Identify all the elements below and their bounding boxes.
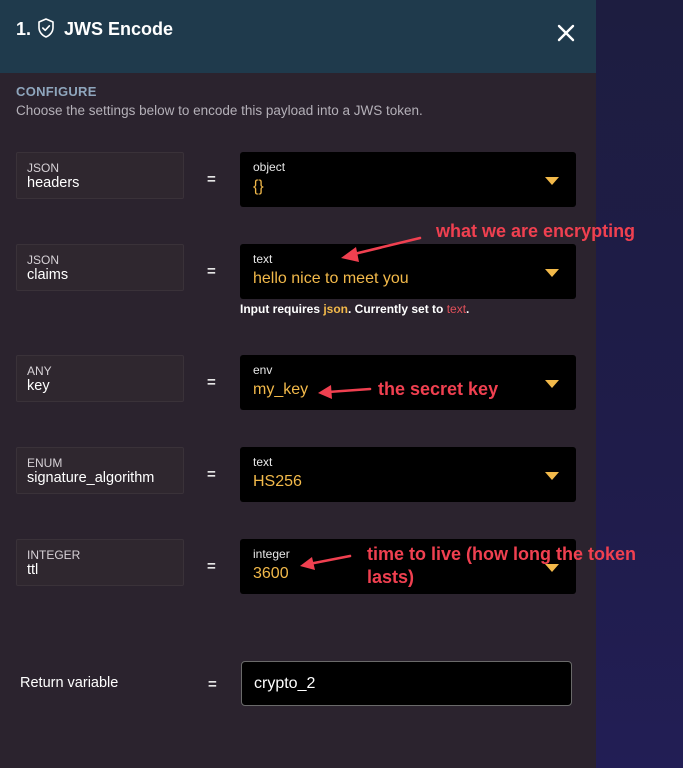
param-name: headers	[27, 175, 80, 191]
annotation-ttl-line2: lasts)	[367, 567, 415, 587]
value-type: text	[253, 252, 273, 266]
claims-value-select[interactable]: text hello nice to meet you	[240, 244, 576, 299]
param-name: signature_algorithm	[27, 470, 155, 486]
shield-check-icon	[38, 18, 54, 38]
equals-sign: =	[208, 676, 217, 693]
chevron-down-icon[interactable]	[545, 380, 559, 388]
chevron-down-icon[interactable]	[545, 564, 559, 572]
param-label-headers: JSON headers	[16, 152, 184, 199]
param-type: ANY	[27, 364, 52, 378]
signature-algorithm-value-select[interactable]: text HS256	[240, 447, 576, 502]
close-icon[interactable]	[555, 22, 577, 44]
value-text: HS256	[253, 473, 302, 490]
claims-type-hint: Input requires json. Currently set to te…	[240, 302, 469, 316]
param-name: key	[27, 378, 50, 394]
param-label-key: ANY key	[16, 355, 184, 402]
value-type: env	[253, 363, 273, 377]
chevron-down-icon[interactable]	[545, 177, 559, 185]
annotation-ttl-line1: time to live (how long the token	[367, 544, 637, 564]
configure-heading: CONFIGURE	[16, 84, 97, 99]
equals-sign: =	[207, 466, 216, 483]
step-number: 1.	[16, 19, 32, 39]
headers-value-select[interactable]: object {}	[240, 152, 576, 207]
value-text: hello nice to meet you	[253, 270, 409, 287]
param-type: INTEGER	[27, 548, 81, 562]
background-strip	[596, 0, 683, 768]
return-variable-input[interactable]	[241, 661, 572, 706]
equals-sign: =	[207, 263, 216, 280]
equals-sign: =	[207, 374, 216, 391]
value-text: {}	[253, 178, 264, 195]
param-name: claims	[27, 267, 69, 283]
param-type: ENUM	[27, 456, 63, 470]
value-text: 3600	[253, 565, 289, 582]
chevron-down-icon[interactable]	[545, 472, 559, 480]
annotation-secret-key: the secret key	[378, 379, 499, 399]
hint-current-type: text	[446, 302, 467, 316]
hint-required-type: json	[323, 302, 349, 316]
panel-header: 1. JWS Encode	[0, 0, 596, 73]
value-type: text	[253, 455, 273, 469]
hint-suffix: .	[466, 302, 470, 316]
param-type: JSON	[27, 161, 60, 175]
configure-description: Choose the settings below to encode this…	[16, 103, 423, 118]
equals-sign: =	[207, 558, 216, 575]
annotation-encrypting: what we are encrypting	[436, 221, 636, 241]
hint-middle: . Currently set to	[348, 302, 447, 316]
param-label-claims: JSON claims	[16, 244, 184, 291]
equals-sign: =	[207, 171, 216, 188]
panel-title: JWS Encode	[64, 19, 174, 39]
return-variable-label: Return variable	[20, 675, 119, 691]
param-type: JSON	[27, 253, 60, 267]
hint-prefix: Input requires	[240, 302, 324, 316]
jws-encode-panel: 1. JWS Encode CONFIGURE Choose the setti…	[0, 0, 596, 768]
param-label-signature-algorithm: ENUM signature_algorithm	[16, 447, 184, 494]
value-type: object	[253, 160, 286, 174]
param-name: ttl	[27, 562, 39, 578]
param-label-ttl: INTEGER ttl	[16, 539, 184, 586]
chevron-down-icon[interactable]	[545, 269, 559, 277]
